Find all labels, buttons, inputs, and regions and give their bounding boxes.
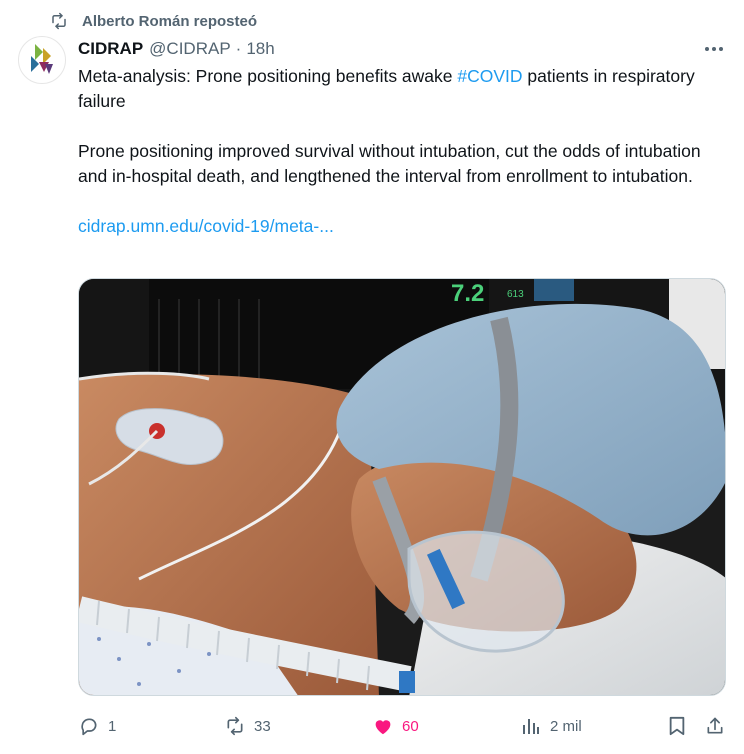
timestamp[interactable]: 18h: [246, 39, 274, 59]
separator-dot: ·: [235, 39, 242, 58]
monitor-value-2: 613: [507, 289, 524, 300]
share-button[interactable]: [704, 715, 726, 737]
repost-action-icon: [224, 715, 246, 737]
hashtag-link[interactable]: #COVID: [457, 66, 522, 86]
tweet-header: CIDRAP @CIDRAP · 18h: [78, 38, 728, 60]
like-button[interactable]: 60: [372, 715, 419, 737]
author-handle[interactable]: @CIDRAP: [149, 39, 231, 59]
tweet-text-part: Meta-analysis: Prone positioning benefit…: [78, 66, 458, 86]
repost-button[interactable]: 33: [224, 715, 271, 737]
tweet-paragraph-2: Prone positioning improved survival with…: [78, 141, 701, 186]
cidrap-logo-icon: [31, 44, 53, 74]
bookmark-icon: [666, 715, 688, 737]
like-count: 60: [402, 717, 419, 735]
share-icon: [704, 715, 726, 737]
heart-filled-icon: [372, 715, 394, 737]
analytics-bar-icon: [520, 715, 542, 737]
bookmark-button[interactable]: [666, 715, 688, 737]
repost-icon: [48, 10, 70, 32]
tweet-media[interactable]: 7.2 613: [78, 278, 726, 696]
article-link[interactable]: cidrap.umn.edu/covid-19/meta-...: [78, 216, 334, 236]
author-name[interactable]: CIDRAP: [78, 39, 143, 59]
photo-patient-prone-positioning-icon: 7.2 613: [79, 279, 725, 695]
avatar[interactable]: [18, 36, 66, 84]
views-button[interactable]: 2 mil: [520, 715, 582, 737]
view-count: 2 mil: [550, 717, 582, 735]
tweet-actions: 1 33 60 2 mil: [78, 712, 728, 740]
more-dots-icon: [705, 47, 723, 51]
more-options-button[interactable]: [702, 40, 726, 58]
reply-count: 1: [108, 717, 117, 735]
reply-icon: [78, 715, 100, 737]
reply-button[interactable]: 1: [78, 715, 116, 737]
tweet-paragraph-1: Meta-analysis: Prone positioning benefit…: [78, 64, 728, 114]
repost-label: Alberto Román reposteó: [82, 12, 258, 30]
repost-count: 33: [254, 717, 271, 735]
tweet-link-paragraph: cidrap.umn.edu/covid-19/meta-...: [78, 214, 728, 239]
tweet-text: Meta-analysis: Prone positioning benefit…: [78, 64, 728, 264]
repost-indicator[interactable]: Alberto Román reposteó: [48, 10, 257, 32]
monitor-value-1: 7.2: [451, 280, 484, 307]
